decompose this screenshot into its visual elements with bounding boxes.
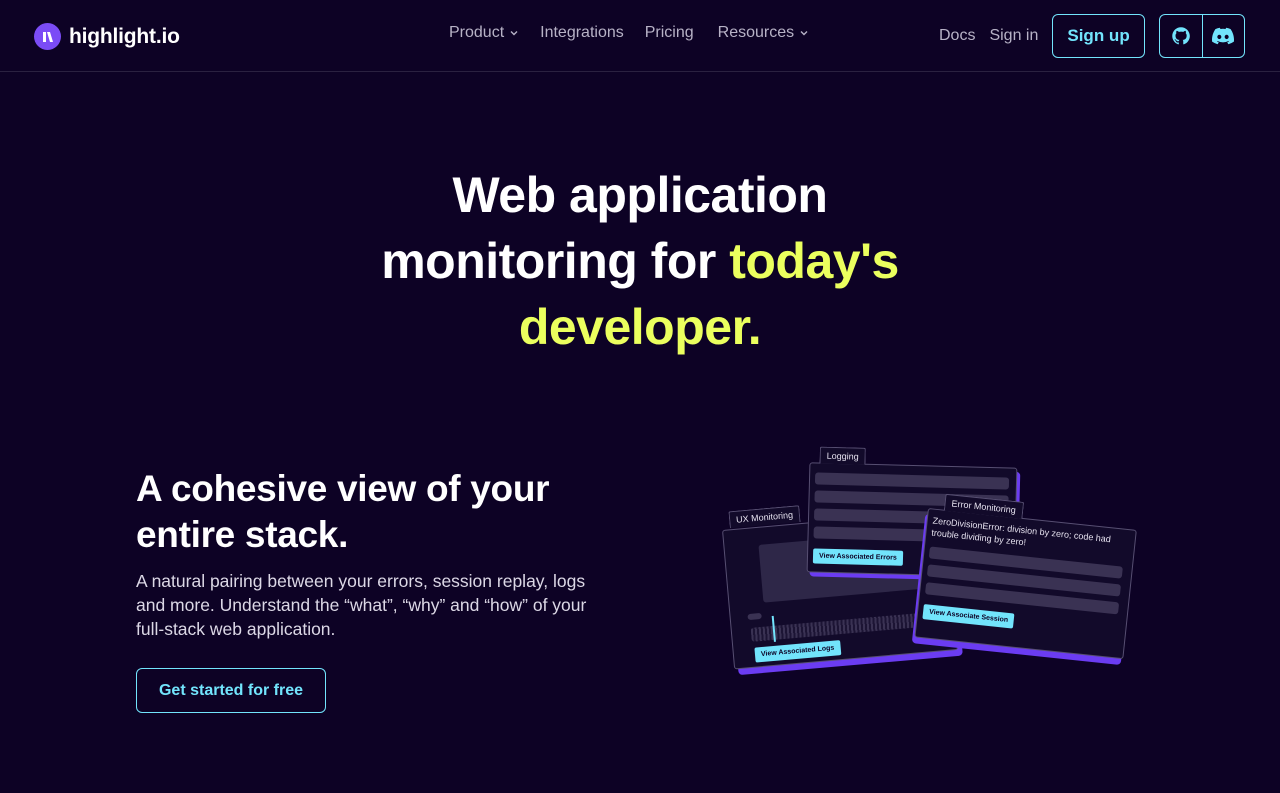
github-button[interactable] — [1160, 15, 1202, 57]
nav-pricing[interactable]: Pricing — [645, 24, 694, 42]
nav-resources-label: Resources — [717, 24, 795, 41]
product-illustration: UX Monitoring View Associated Logs Loggi… — [700, 440, 1160, 700]
nav-product[interactable]: Product — [449, 24, 519, 42]
nav-product-label: Product — [449, 24, 505, 41]
sign-up-button[interactable]: Sign up — [1052, 14, 1145, 58]
chevron-down-icon — [510, 31, 518, 36]
highlight-logo-icon — [34, 23, 61, 50]
logo-text: highlight.io — [69, 24, 180, 48]
github-icon — [1171, 27, 1190, 45]
nav-integrations[interactable]: Integrations — [540, 24, 624, 42]
get-started-button[interactable]: Get started for free — [136, 668, 326, 713]
nav-docs[interactable]: Docs — [939, 27, 975, 45]
logging-tab: Logging — [819, 446, 866, 465]
view-associated-errors-button: View Associated Errors — [812, 548, 904, 566]
nav-actions: Docs Sign in Sign up — [939, 14, 1245, 58]
social-links — [1158, 14, 1245, 58]
section-description: A natural pairing between your errors, s… — [136, 571, 587, 639]
chevron-down-icon — [800, 31, 808, 36]
hero-line-1: Web application — [452, 167, 828, 223]
section-title: A cohesive view of your entire stack. — [136, 468, 550, 555]
hero-heading: Web application monitoring for today's d… — [290, 162, 990, 360]
nav-integrations-label: Integrations — [540, 24, 624, 41]
hero-line-2: monitoring for — [381, 233, 730, 289]
main-menu: Product Integrations Pricing Resources — [449, 24, 809, 42]
nav-pricing-label: Pricing — [644, 24, 694, 41]
top-navbar: highlight.io Product Integrations Pricin… — [0, 0, 1280, 72]
nav-resources[interactable]: Resources — [718, 24, 809, 42]
error-monitoring-card: Error Monitoring ZeroDivisionError: divi… — [911, 493, 1137, 665]
hero-highlight-developer: developer. — [518, 299, 762, 355]
nav-sign-in[interactable]: Sign in — [989, 27, 1038, 45]
discord-icon — [1212, 27, 1235, 45]
hero-highlight-today: today's — [729, 233, 899, 289]
logo[interactable]: highlight.io — [34, 23, 180, 50]
discord-button[interactable] — [1201, 15, 1244, 57]
